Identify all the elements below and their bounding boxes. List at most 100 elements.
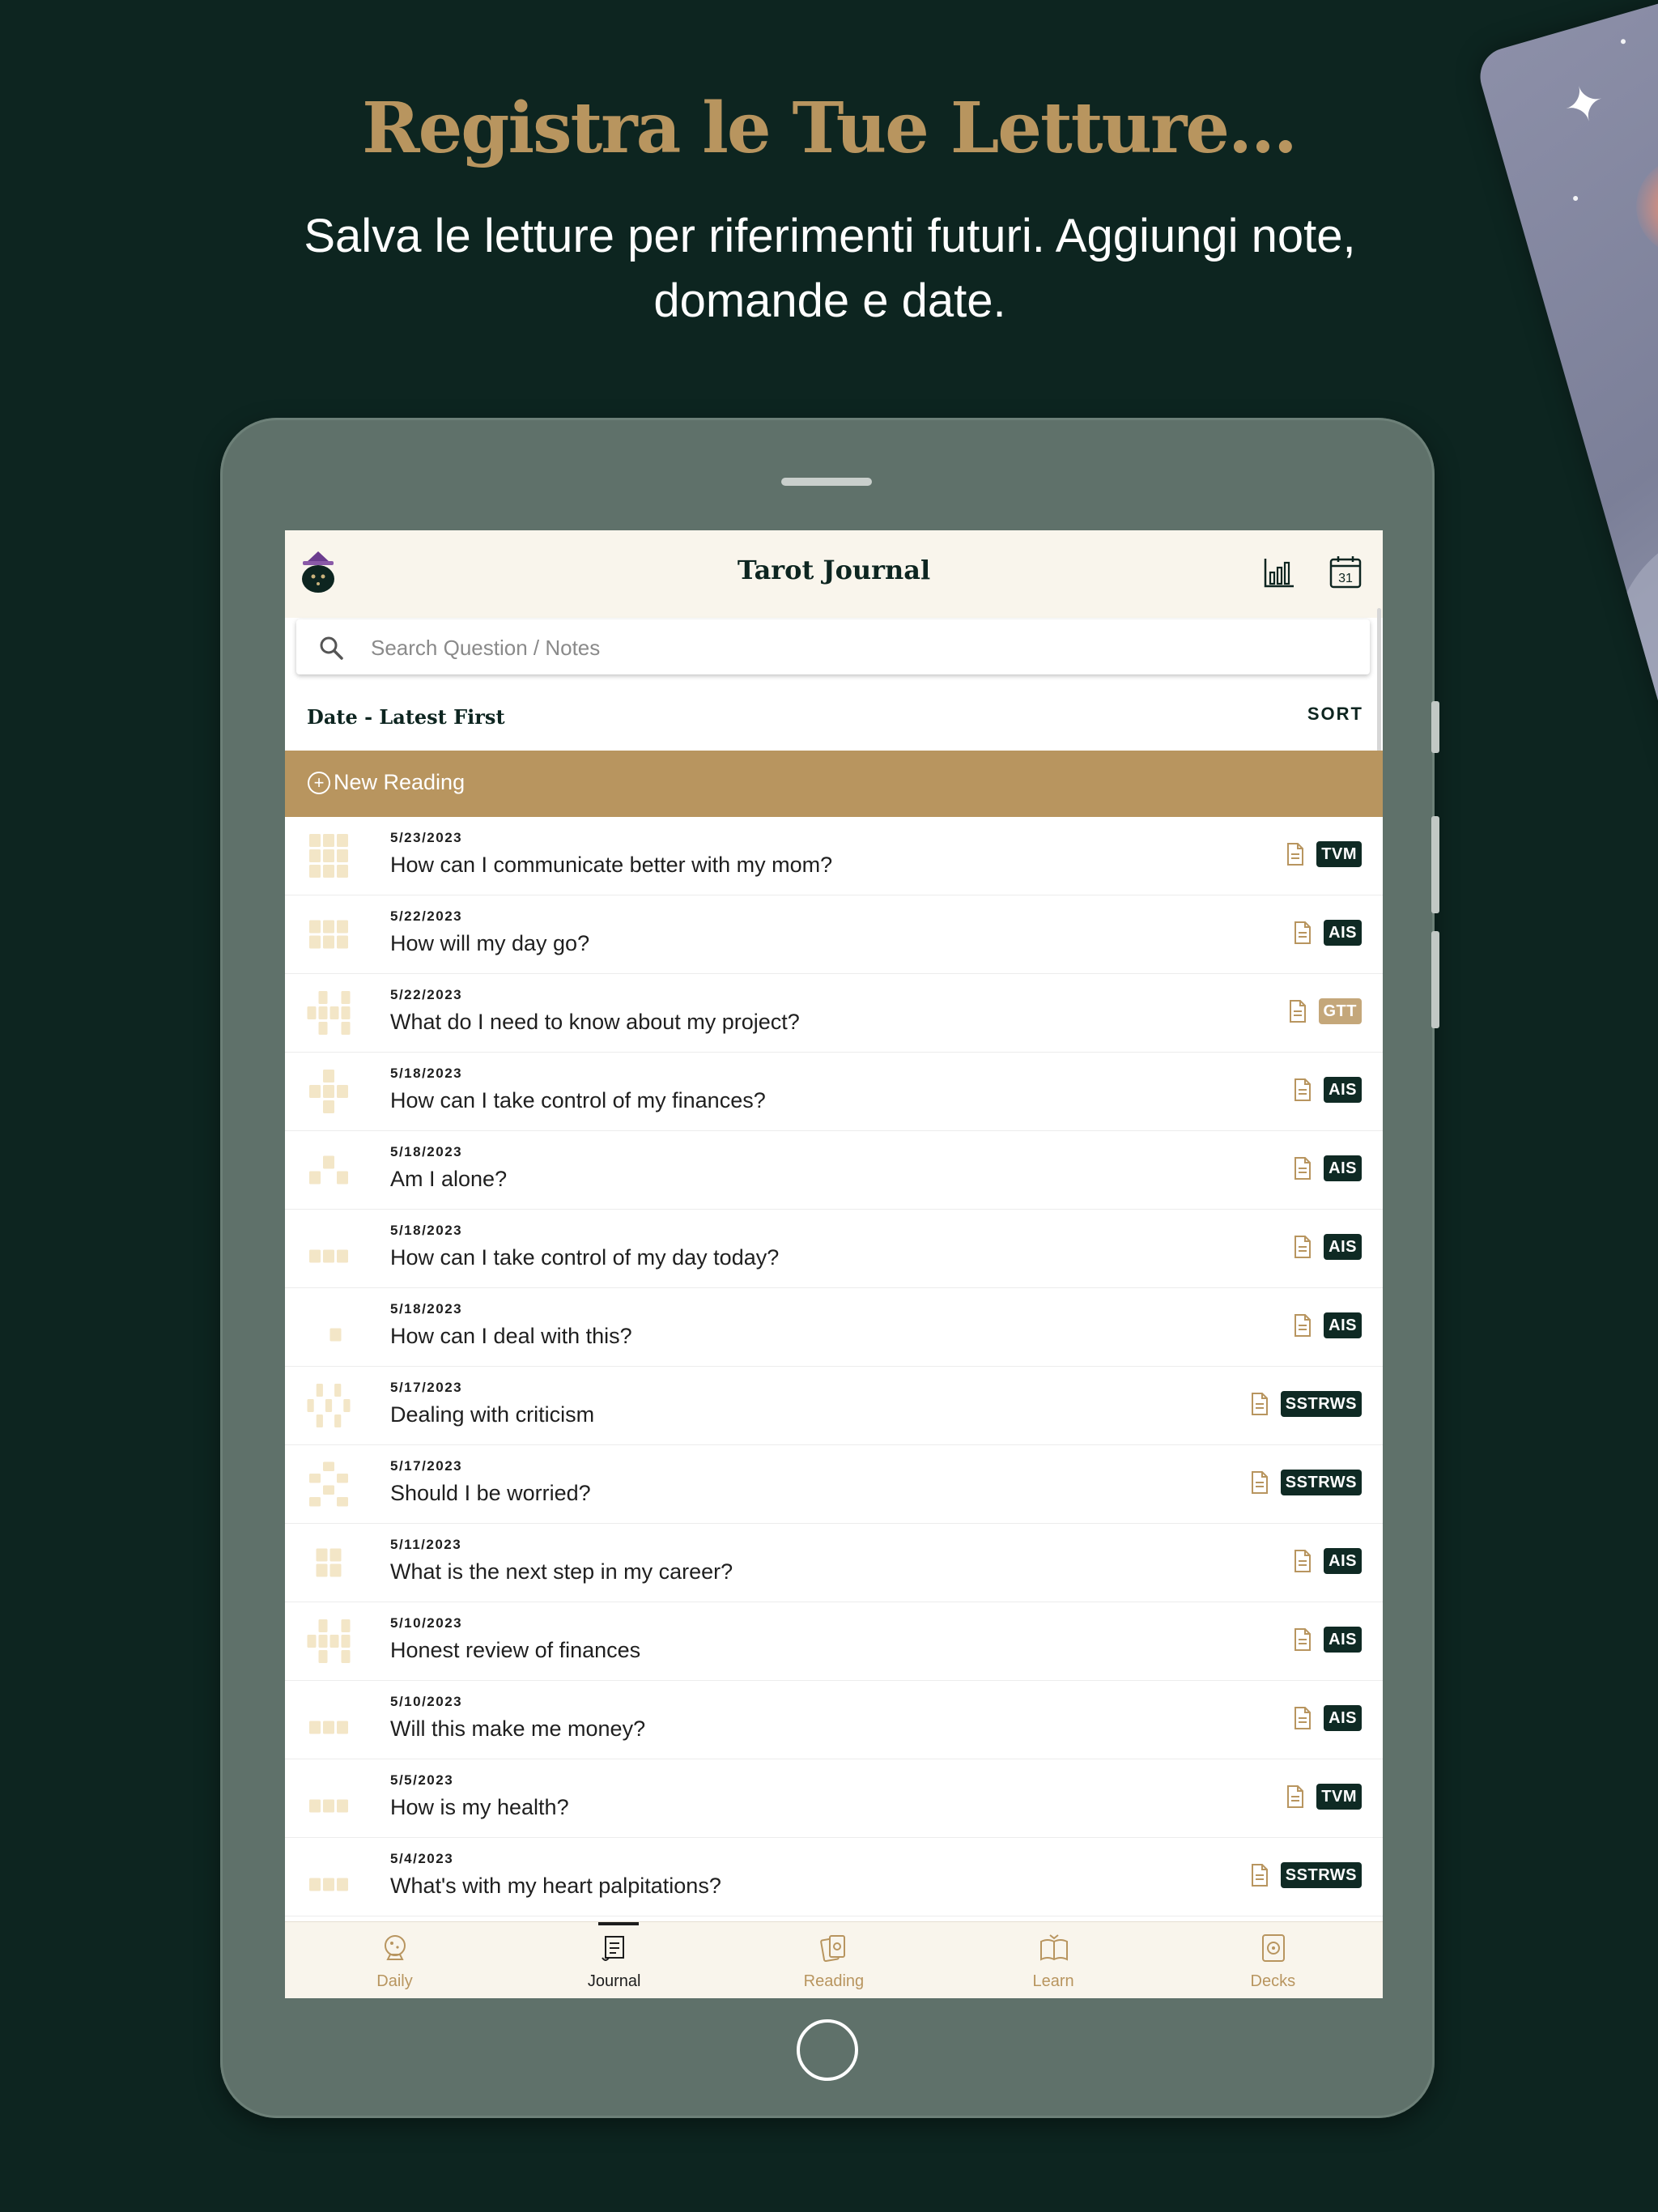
spread-card [309,920,321,934]
new-reading-button[interactable]: + New Reading [285,751,1383,817]
spread-card [329,1328,342,1342]
note-icon [1295,1078,1312,1101]
glowing-orb [1624,146,1658,267]
sort-button[interactable]: SORT [1307,704,1363,725]
search-bar [296,619,1370,674]
tab-label: Learn [1032,1972,1074,1990]
reading-question: What do I need to know about my project? [390,1010,800,1034]
reading-meta: AIS [1293,1077,1362,1103]
spread-thumbnail-icon [309,1721,348,1734]
spread-card [337,1878,348,1891]
reading-row[interactable]: 5/10/2023 Honest review of finances AIS [285,1602,1383,1681]
note-icon [1289,1000,1306,1023]
reading-row[interactable]: 5/18/2023 Am I alone? AIS [285,1131,1383,1210]
spread-card [323,1485,334,1495]
tab-daily[interactable]: Daily [285,1922,504,1998]
deck-tag-badge: AIS [1324,1234,1362,1260]
book-icon [1039,1934,1068,1961]
scroll-icon [602,1936,625,1961]
reading-meta: AIS [1293,1234,1362,1260]
spread-card [318,991,328,1004]
spread-card [309,935,321,949]
reading-row[interactable]: 5/17/2023 Should I be worried? SSTRWS [285,1445,1383,1524]
reading-row[interactable]: 5/18/2023 How can I take control of my da… [285,1210,1383,1288]
spread-card [337,865,348,878]
calendar-icon[interactable]: 31 [1329,555,1362,589]
spread-card [337,1171,348,1185]
bar-chart-icon[interactable] [1263,556,1295,589]
reading-date: 5/18/2023 [390,1144,463,1159]
reading-date: 5/18/2023 [390,1301,463,1317]
spread-card [337,920,348,934]
spread-card [341,1619,351,1632]
promo-subline: Salva le letture per riferimenti futuri.… [304,210,1356,327]
search-icon [320,636,343,660]
reading-row[interactable]: 5/11/2023 What is the next step in my car… [285,1524,1383,1602]
reading-date: 5/22/2023 [390,908,463,924]
sort-label: Date - Latest First [307,705,505,729]
reading-meta: AIS [1293,1548,1362,1574]
spread-card [323,1070,334,1083]
active-tab-indicator [598,1922,640,1925]
reading-row[interactable]: 5/22/2023 How will my day go? AIS [285,895,1383,974]
spread-thumbnail-icon [307,1619,351,1663]
add-circle-icon: + [308,772,330,794]
reading-meta: SSTRWS [1250,1470,1362,1495]
spread-card [323,1155,334,1169]
reading-meta: AIS [1293,1705,1362,1731]
reading-row[interactable]: 5/18/2023 How can I deal with this? AIS [285,1288,1383,1367]
spread-card [309,1497,321,1507]
spread-thumbnail-icon [307,991,351,1035]
note-icon [1251,1864,1268,1887]
reading-row[interactable]: 5/10/2023 Will this make me money? AIS [285,1681,1383,1759]
readings-list: 5/23/2023 How can I communicate better wi… [285,817,1383,1916]
reading-row[interactable]: 5/22/2023 What do I need to know about my… [285,974,1383,1053]
spread-card [334,1414,342,1427]
reading-meta: SSTRWS [1250,1391,1362,1417]
spread-thumbnail-icon [329,1328,342,1342]
deck-tag-badge: SSTRWS [1280,1862,1362,1888]
home-button[interactable] [797,2019,858,2081]
spread-card [337,935,348,949]
new-reading-label: New Reading [334,770,466,794]
spread-card [341,1650,351,1663]
spread-card [323,849,334,862]
reading-date: 5/11/2023 [390,1537,462,1552]
spread-thumbnail-icon [307,1384,351,1427]
tab-label: Reading [803,1972,865,1990]
tab-label: Decks [1250,1972,1296,1990]
reading-question: What's with my heart palpitations? [390,1874,721,1898]
reading-question: Will this make me money? [390,1716,646,1741]
reading-meta: AIS [1293,1312,1362,1338]
spread-thumbnail-icon [309,1799,348,1813]
reading-row[interactable]: 5/4/2023 What's with my heart palpitation… [285,1838,1383,1916]
search-input[interactable] [369,629,1344,666]
tab-decks[interactable]: Decks [1163,1922,1383,1998]
tab-reading[interactable]: Reading [724,1922,943,1998]
reading-row[interactable]: 5/17/2023 Dealing with criticism SSTRWS [285,1367,1383,1445]
spread-card [323,1100,334,1113]
spread-card [316,1563,328,1577]
reading-row[interactable]: 5/5/2023 How is my health? TVM [285,1759,1383,1838]
spread-card [337,1474,348,1483]
reading-question: How will my day go? [390,931,590,955]
reading-question: How can I take control of my finances? [390,1088,766,1112]
decorative-tarot-card: ✦ [1473,0,1658,913]
deck-tag-badge: AIS [1324,1548,1362,1574]
spread-card [309,1799,321,1813]
note-icon [1295,1157,1312,1180]
spread-card [341,991,351,1004]
reading-question: Dealing with criticism [390,1402,595,1427]
deck-tag-badge: AIS [1324,1705,1362,1731]
reading-row[interactable]: 5/23/2023 How can I communicate better wi… [285,817,1383,895]
tab-journal[interactable]: Journal [504,1922,724,1998]
spread-thumbnail-icon [309,1249,348,1263]
tab-learn[interactable]: Learn [944,1922,1163,1998]
spread-card [341,1635,351,1648]
cards-icon [820,1935,846,1963]
deck-icon [1261,1934,1285,1962]
reading-date: 5/10/2023 [390,1615,463,1631]
spread-card [337,849,348,862]
reading-question: How is my health? [390,1795,569,1819]
reading-row[interactable]: 5/18/2023 How can I take control of my fi… [285,1053,1383,1131]
